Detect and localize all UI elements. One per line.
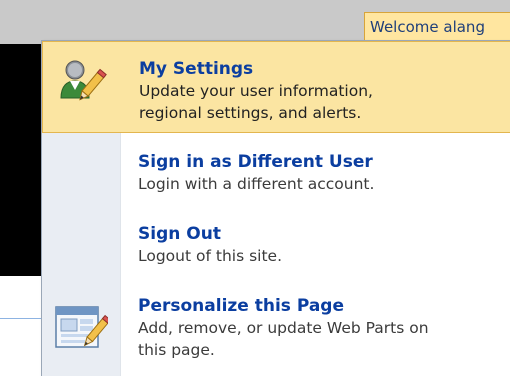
menu-item-title: Sign Out <box>138 224 221 244</box>
menu-item-title: Sign in as Different User <box>138 152 373 172</box>
menu-item-description-line: Logout of this site. <box>138 247 282 265</box>
user-settings-icon <box>53 54 109 110</box>
menu-item-description-line: regional settings, and alerts. <box>139 104 362 122</box>
menu-item-my-settings[interactable]: My Settings Update your user information… <box>42 41 510 133</box>
welcome-menu-button[interactable]: Welcome alang <box>364 12 510 41</box>
menu-item-text: Sign in as Different User Login with a d… <box>138 151 510 195</box>
menu-item-text: Personalize this Page Add, remove, or up… <box>138 295 510 361</box>
menu-item-text: My Settings Update your user information… <box>139 58 510 124</box>
menu-item-description-line: Login with a different account. <box>138 175 375 193</box>
screen: Welcome alang My Settings Update your us… <box>0 0 510 376</box>
welcome-label: Welcome alang <box>370 18 485 36</box>
user-dropdown-menu: My Settings Update your user information… <box>41 40 510 376</box>
page-divider <box>0 318 44 319</box>
menu-item-title: My Settings <box>139 59 254 79</box>
menu-item-personalize-page[interactable]: Personalize this Page Add, remove, or up… <box>42 291 510 376</box>
personalize-page-icon <box>52 301 112 357</box>
menu-item-sign-in-different-user[interactable]: Sign in as Different User Login with a d… <box>42 147 510 209</box>
menu-item-title: Personalize this Page <box>138 296 345 316</box>
menu-item-description-line: this page. <box>138 341 215 359</box>
menu-item-text: Sign Out Logout of this site. <box>138 223 510 267</box>
menu-item-description-line: Update your user information, <box>139 82 373 100</box>
menu-item-description-line: Add, remove, or update Web Parts on <box>138 319 429 337</box>
menu-item-sign-out[interactable]: Sign Out Logout of this site. <box>42 219 510 281</box>
